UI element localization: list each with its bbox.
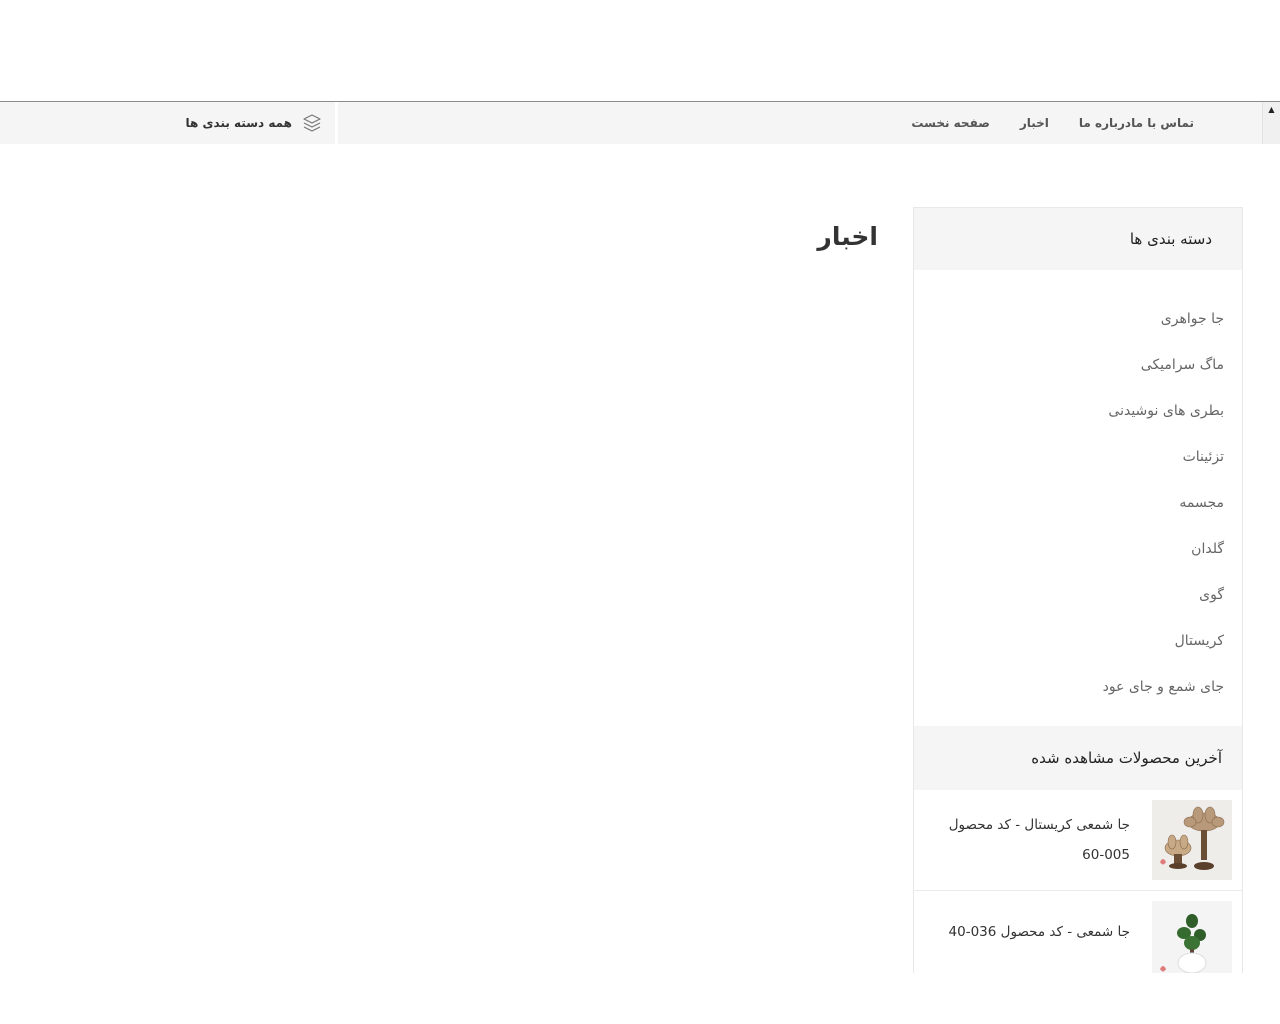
category-item[interactable]: جای شمع و جای عود [914,664,1242,710]
product-thumbnail[interactable] [1152,901,1232,973]
category-item[interactable]: بطری های نوشیدنی [914,388,1242,434]
product-thumbnail[interactable] [1152,800,1232,880]
category-item[interactable]: گلدان [914,526,1242,572]
category-item[interactable]: ماگ سرامیکی [914,342,1242,388]
recent-products-title: آخرین محصولات مشاهده شده [1031,749,1222,767]
product-name[interactable]: جا شمعی - کد محصول 036-40 [940,917,1130,947]
nav-divider [335,102,338,144]
recent-product-item[interactable]: جا شمعی - کد محصول 036-40 [914,891,1242,973]
category-item[interactable]: تزئینات [914,434,1242,480]
category-label: بطری های نوشیدنی [1108,403,1224,419]
main-navbar: ▲ صفحه نخست اخبار درباره ما تماس با ما ه… [0,101,1280,144]
category-label: جا جواهری [1160,311,1224,327]
category-label: گلدان [1191,541,1224,557]
category-item[interactable]: گوی [914,572,1242,618]
categories-widget-title: دسته بندی ها [1129,230,1212,248]
category-label: کریستال [1174,633,1224,649]
recent-product-item[interactable]: جا شمعی کریستال - کد محصول 005-60 [914,790,1242,891]
category-label: ماگ سرامیکی [1140,357,1224,373]
layers-icon [302,113,322,133]
category-label: جای شمع و جای عود [1102,679,1224,695]
all-categories-button[interactable]: همه دسته بندی ها [186,102,322,144]
category-label: مجسمه [1179,495,1224,511]
nav-item-contact[interactable]: تماس با ما [1131,116,1194,130]
category-item[interactable]: کریستال [914,618,1242,664]
category-label: گوی [1199,587,1224,603]
scroll-top-button[interactable]: ▲ [1262,102,1280,144]
category-item[interactable]: جا جواهری [914,296,1242,342]
nav-item-home[interactable]: صفحه نخست [911,116,989,130]
category-item[interactable]: مجسمه [914,480,1242,526]
nav-item-about[interactable]: درباره ما [1079,116,1131,130]
recent-products-header: آخرین محصولات مشاهده شده [914,726,1242,790]
caret-up-icon: ▲ [1268,105,1275,114]
category-list: جا جواهری ماگ سرامیکی بطری های نوشیدنی ت… [914,270,1242,730]
category-label: تزئینات [1182,449,1224,465]
all-categories-label: همه دسته بندی ها [185,116,292,130]
categories-widget-header: دسته بندی ها [914,208,1242,270]
sidebar: دسته بندی ها جا جواهری ماگ سرامیکی بطری … [913,207,1243,973]
page-title: اخبار [817,222,878,251]
main-menu: صفحه نخست اخبار درباره ما تماس با ما [881,102,1194,144]
page: ▲ صفحه نخست اخبار درباره ما تماس با ما ه… [0,0,1280,1024]
product-name[interactable]: جا شمعی کریستال - کد محصول 005-60 [940,810,1130,870]
nav-item-news[interactable]: اخبار [1020,116,1049,130]
